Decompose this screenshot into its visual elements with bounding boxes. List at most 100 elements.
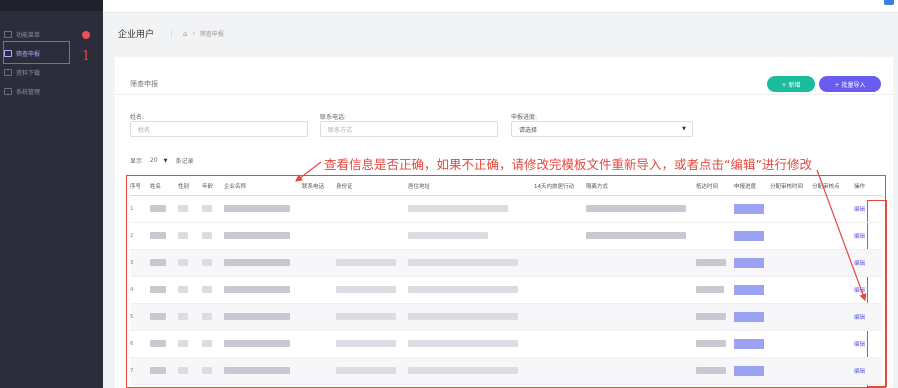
progress-bar	[734, 203, 764, 214]
phone-filter-input[interactable]: 联系方式	[320, 121, 498, 137]
redacted-cell	[336, 313, 396, 320]
page-size-value: 20	[150, 157, 158, 164]
redacted-cell	[178, 340, 188, 347]
chevron-down-icon: ▼	[163, 158, 168, 164]
table-row: 6 编辑	[130, 330, 882, 358]
edit-link[interactable]: 编辑	[854, 261, 865, 267]
progress-bar	[734, 338, 764, 349]
redacted-cell	[696, 313, 726, 320]
row-number: 6	[130, 330, 150, 358]
user-icon[interactable]	[884, 0, 894, 5]
show-label: 显示	[130, 158, 143, 165]
col-header[interactable]: 姓名	[150, 178, 178, 196]
add-button[interactable]: + 新增	[767, 76, 815, 92]
sidebar: 功能菜单 筛查申报 资料下载 系统管理 1	[0, 0, 103, 388]
redacted-cell	[408, 313, 518, 320]
progress-bar	[734, 311, 764, 322]
redacted-cell	[178, 367, 188, 374]
table-row: 5 编辑	[130, 303, 882, 331]
redacted-cell	[336, 286, 396, 293]
page-title: 企业用户	[118, 30, 155, 40]
sidebar-item-menu[interactable]: 功能菜单	[4, 28, 89, 40]
col-header[interactable]: 抵达时间	[696, 178, 734, 196]
breadcrumb: ⌂ › 筛查申报	[171, 29, 224, 38]
redacted-cell	[696, 286, 724, 293]
divider	[115, 94, 893, 95]
col-header[interactable]: 分配审核点	[812, 178, 854, 196]
col-header[interactable]: 性别	[178, 178, 202, 196]
page-size-select[interactable]: 20 ▼	[146, 157, 171, 164]
col-header[interactable]: 联系电话	[302, 178, 336, 196]
batch-import-button[interactable]: + 批量导入	[819, 76, 881, 92]
redacted-cell	[202, 286, 212, 293]
redacted-cell	[202, 340, 212, 347]
col-header[interactable]: 14天内旅居行动	[534, 178, 586, 196]
table-header-row: 序号 姓名 性别 年龄 企业名称 联系电话 身份证 居住地址 14天内旅居行动 …	[130, 178, 882, 196]
redacted-cell	[150, 367, 166, 374]
redacted-cell	[202, 205, 212, 212]
redacted-cell	[586, 205, 686, 212]
redacted-cell	[696, 259, 726, 266]
edit-link[interactable]: 编辑	[854, 342, 865, 348]
row-number: 4	[130, 276, 150, 304]
card-title: 筛查申报	[130, 80, 158, 88]
sidebar-item-download[interactable]: 资料下载	[4, 66, 89, 78]
declaration-table: 序号 姓名 性别 年龄 企业名称 联系电话 身份证 居住地址 14天内旅居行动 …	[130, 178, 882, 385]
annotation-step-number: 1	[82, 49, 91, 64]
col-header[interactable]: 分配审核时间	[770, 178, 812, 196]
menu-icon	[4, 30, 12, 38]
name-filter-input[interactable]: 姓名	[130, 121, 308, 137]
screening-card: 筛查申报 + 新增 + 批量导入 姓名: 姓名 联系电话: 联系方式 申报进度:…	[115, 57, 893, 388]
redacted-cell	[224, 367, 290, 374]
col-header[interactable]: 身份证	[336, 178, 408, 196]
col-header[interactable]: 隔离方式	[586, 178, 696, 196]
col-header[interactable]: 操作	[854, 178, 882, 196]
redacted-cell	[224, 259, 290, 266]
col-header[interactable]: 申报进度	[734, 178, 770, 196]
edit-link[interactable]: 编辑	[854, 207, 865, 213]
main-content: 企业用户 ⌂ › 筛查申报 筛查申报 + 新增 + 批量导入 姓名: 姓名 联系…	[103, 13, 898, 388]
col-header[interactable]: 年龄	[202, 178, 224, 196]
settings-icon	[4, 87, 12, 95]
breadcrumb-separator: ›	[192, 30, 195, 37]
edit-link[interactable]: 编辑	[854, 315, 865, 321]
col-header[interactable]: 企业名称	[224, 178, 302, 196]
download-icon	[4, 68, 12, 76]
redacted-cell	[178, 313, 188, 320]
table-row: 7 编辑	[130, 357, 882, 385]
chevron-down-icon: ▼	[682, 126, 686, 132]
redacted-cell	[224, 286, 290, 293]
redacted-cell	[408, 259, 518, 266]
redacted-cell	[150, 205, 166, 212]
row-number: 1	[130, 195, 150, 223]
redacted-cell	[178, 259, 188, 266]
redacted-cell	[202, 259, 212, 266]
edit-link[interactable]: 编辑	[854, 288, 865, 294]
sidebar-item-label: 系统管理	[16, 88, 41, 96]
sidebar-item-system[interactable]: 系统管理	[4, 85, 89, 97]
redacted-cell	[202, 232, 212, 239]
redacted-cell	[696, 367, 726, 374]
notification-dot	[82, 31, 90, 39]
col-header[interactable]: 序号	[130, 178, 150, 196]
redacted-cell	[408, 232, 488, 239]
redacted-cell	[178, 286, 188, 293]
progress-bar	[734, 365, 764, 376]
status-filter-select[interactable]: 请选择 ▼	[511, 121, 693, 137]
sidebar-item-label: 功能菜单	[16, 31, 41, 39]
edit-link[interactable]: 编辑	[854, 234, 865, 240]
edit-link[interactable]: 编辑	[854, 369, 865, 375]
redacted-cell	[224, 313, 290, 320]
redacted-cell	[336, 367, 396, 374]
redacted-cell	[178, 232, 188, 239]
table-row: 2 编辑	[130, 222, 882, 250]
redacted-cell	[224, 340, 290, 347]
redacted-cell	[150, 340, 166, 347]
redacted-cell	[150, 286, 166, 293]
home-icon[interactable]: ⌂	[183, 30, 187, 38]
status-filter-label: 申报进度:	[511, 114, 538, 121]
page-size-control: 显示 20 ▼ 条记录	[130, 156, 193, 165]
redacted-cell	[408, 367, 518, 374]
records-label: 条记录	[175, 158, 194, 165]
col-header[interactable]: 居住地址	[408, 178, 534, 196]
